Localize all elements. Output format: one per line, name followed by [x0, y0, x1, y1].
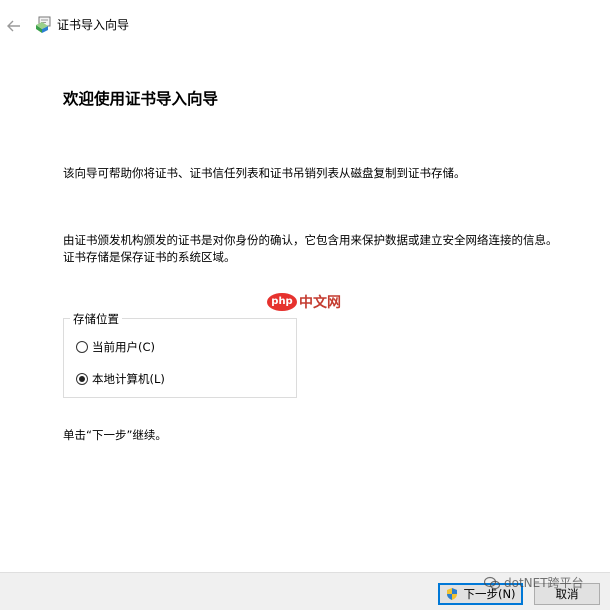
cancel-button[interactable]: 取消 — [534, 583, 600, 605]
page-heading: 欢迎使用证书导入向导 — [63, 90, 219, 108]
watermark-text: 中文网 — [299, 295, 341, 311]
php-logo: php — [267, 293, 297, 311]
next-button-label: 下一步(N) — [463, 587, 516, 601]
radio-button-checked-icon[interactable] — [76, 373, 88, 385]
store-location-group: 存储位置 当前用户(C) 本地计算机(L) — [63, 311, 297, 398]
uac-shield-icon — [447, 588, 458, 600]
intro-text: 该向导可帮助你将证书、证书信任列表和证书吊销列表从磁盘复制到证书存储。 — [63, 166, 466, 180]
title-bar: 证书导入向导 — [0, 0, 610, 50]
window-title: 证书导入向导 — [57, 18, 130, 32]
radio-local-machine[interactable]: 本地计算机(L) — [76, 371, 165, 387]
back-button[interactable] — [4, 16, 24, 36]
watermark: php 中文网 — [267, 292, 341, 312]
radio-label-local-machine: 本地计算机(L) — [92, 372, 165, 386]
radio-button-icon[interactable] — [76, 341, 88, 353]
continue-instruction: 单击“下一步”继续。 — [63, 428, 167, 442]
footer-bar: 下一步(N) 取消 — [0, 572, 610, 610]
next-button[interactable]: 下一步(N) — [438, 583, 523, 605]
radio-label-current-user: 当前用户(C) — [92, 340, 156, 354]
store-location-label: 存储位置 — [70, 311, 122, 327]
explanation-text: 由证书颁发机构颁发的证书是对你身份的确认，它包含用来保护数据或建立安全网络连接的… — [63, 233, 558, 264]
certificate-wizard-icon — [36, 16, 51, 33]
back-arrow-icon — [7, 20, 20, 32]
cancel-button-label: 取消 — [555, 587, 579, 601]
radio-current-user[interactable]: 当前用户(C) — [76, 339, 155, 355]
